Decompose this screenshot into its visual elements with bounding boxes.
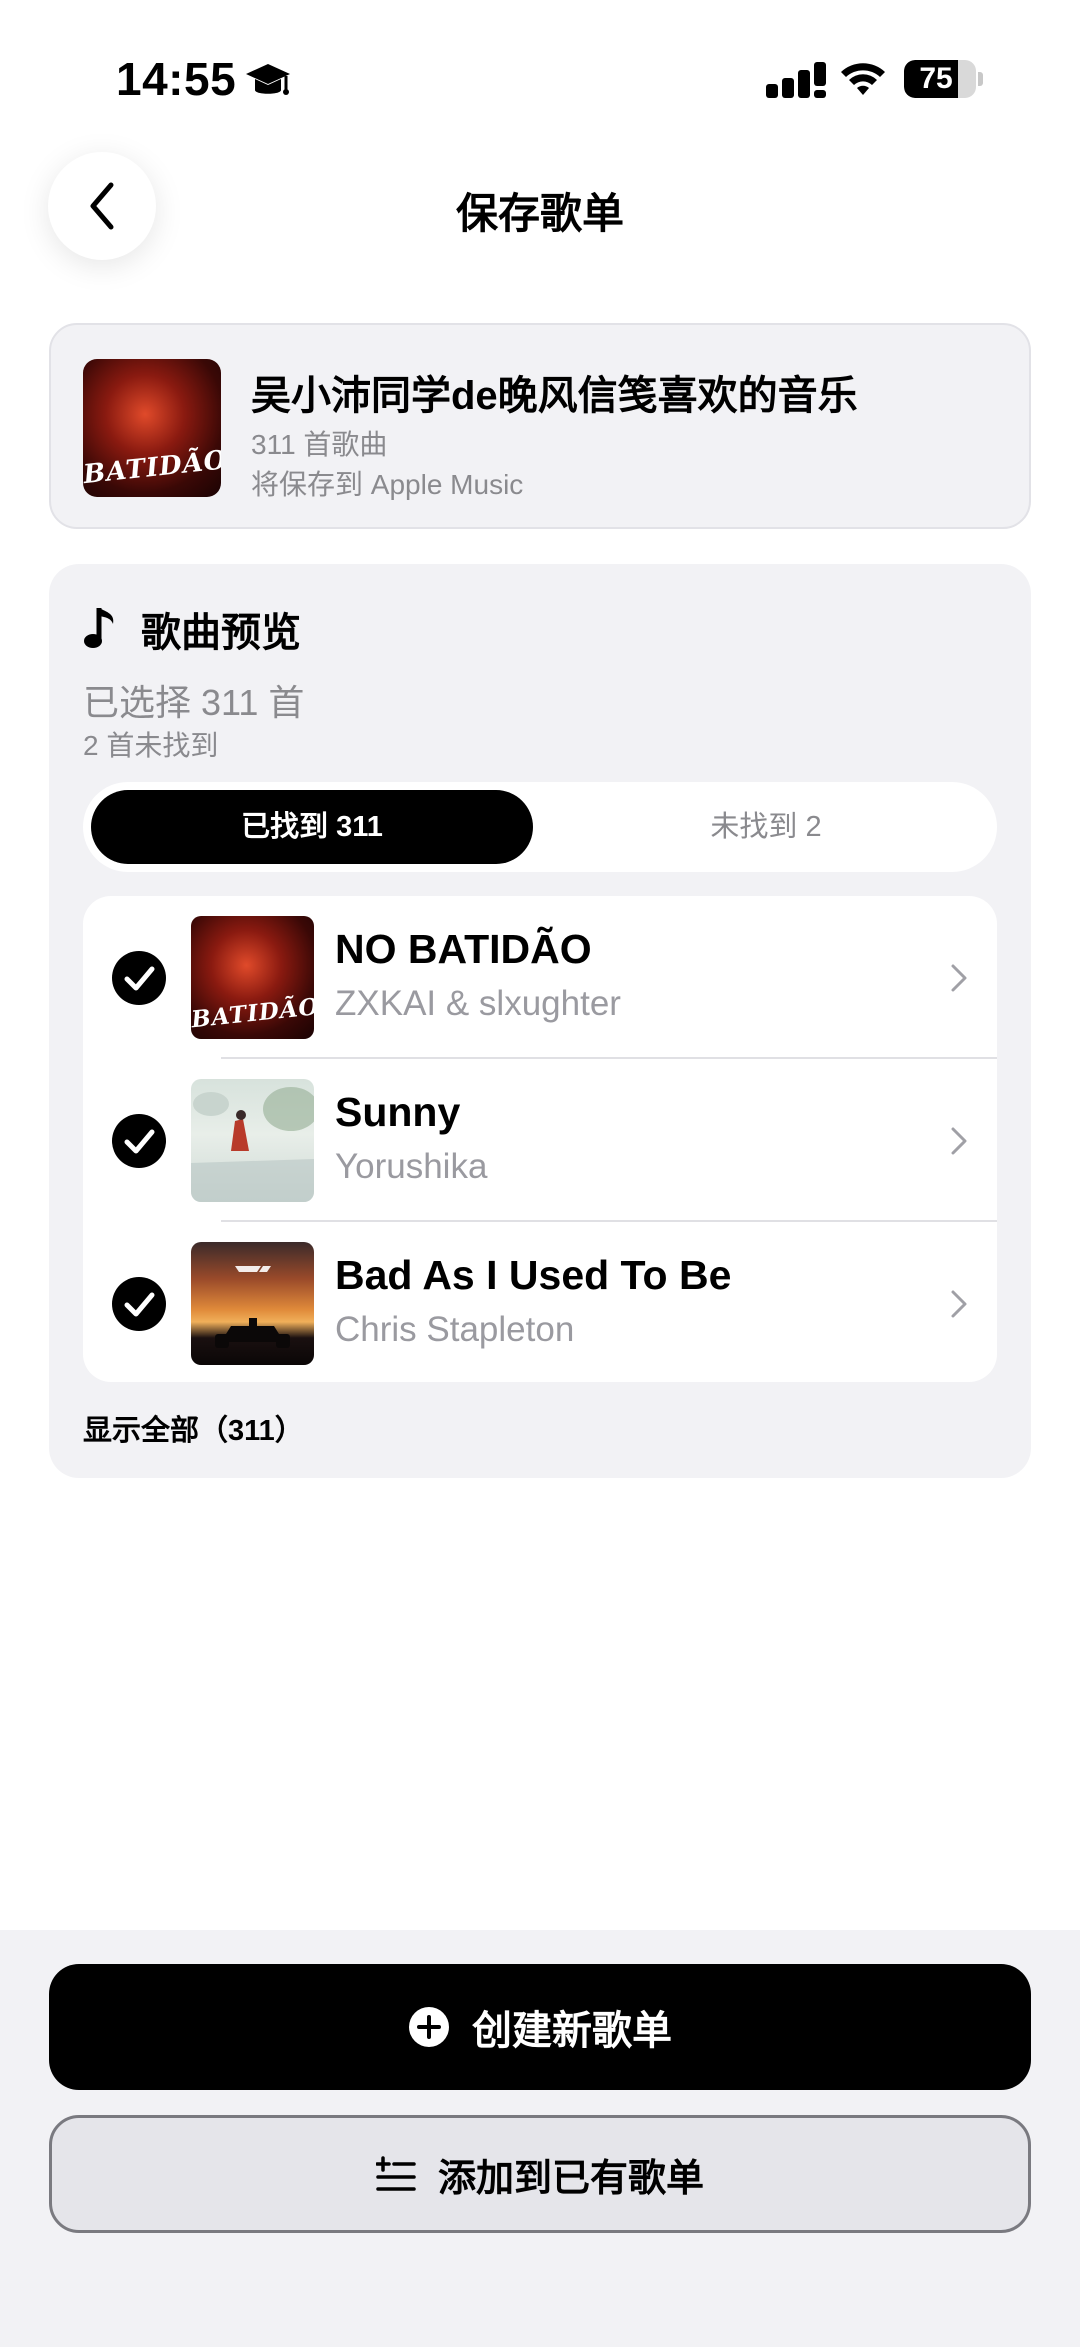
song-cover: BATIDÃO (191, 916, 314, 1039)
missing-count: 2 首未找到 (83, 730, 219, 761)
f1-artwork (215, 1266, 290, 1348)
chevron-right-icon (951, 1290, 967, 1318)
song-title: Sunny (335, 1089, 461, 1135)
chevron-right-icon (951, 1127, 967, 1155)
add-to-existing-label: 添加到已有歌单 (437, 2157, 704, 2200)
tab-found[interactable]: 已找到 311 (91, 790, 533, 864)
song-artist: ZXKAI & slxughter (335, 984, 621, 1023)
checkmark-icon[interactable] (111, 1276, 167, 1332)
preview-title: 歌曲预览 (141, 611, 301, 655)
song-row[interactable]: BATIDÃO NO BATIDÃO ZXKAI & slxughter (83, 896, 997, 1059)
sunny-artwork (191, 1087, 314, 1202)
show-all-link[interactable]: 显示全部（311） (83, 1407, 304, 1449)
battery-level: 75 (919, 62, 953, 95)
playlist-cover: BATIDÃO (83, 359, 221, 497)
checkmark-icon[interactable] (111, 950, 167, 1006)
status-bar: 14:55 75 (0, 0, 1080, 150)
song-artist: Yorushika (335, 1147, 488, 1186)
create-playlist-button[interactable]: 创建新歌单 (49, 1964, 1031, 2090)
cover-title-text: BATIDÃO (191, 992, 314, 1034)
graduation-cap-icon (246, 64, 290, 95)
create-playlist-label: 创建新歌单 (472, 2009, 672, 2053)
song-title: NO BATIDÃO (335, 926, 592, 972)
selected-count: 已选择 311 首 (83, 682, 305, 723)
found-segmented-control: 已找到 311 未找到 2 (83, 782, 997, 872)
music-note-icon (84, 608, 114, 648)
song-title: Bad As I Used To Be (335, 1252, 732, 1298)
add-to-existing-playlist-button[interactable]: 添加到已有歌单 (49, 2115, 1031, 2233)
signal-icon (766, 62, 826, 98)
checkmark-icon[interactable] (111, 1113, 167, 1169)
song-cover (191, 1079, 314, 1202)
playlist-song-count: 311 首歌曲 (251, 429, 388, 460)
song-artist: Chris Stapleton (335, 1310, 575, 1349)
cover-title-text: BATIDÃO (83, 445, 221, 491)
song-row[interactable]: Bad As I Used To Be Chris Stapleton (83, 1222, 997, 1382)
page-title: 保存歌单 (455, 190, 624, 237)
battery-icon: 75 (904, 60, 983, 98)
song-preview-card: 歌曲预览 已选择 311 首 2 首未找到 已找到 311 未找到 2 BATI… (49, 564, 1031, 1478)
song-list: BATIDÃO NO BATIDÃO ZXKAI & slxughter Sun… (83, 896, 997, 1382)
song-cover (191, 1242, 314, 1365)
playlist-card: BATIDÃO 吴小沛同学de晚风信笺喜欢的音乐 311 首歌曲 将保存到 Ap… (49, 323, 1031, 529)
status-time: 14:55 (116, 53, 237, 105)
bottom-action-area: 创建新歌单 添加到已有歌单 (0, 1930, 1080, 2347)
song-row[interactable]: Sunny Yorushika (83, 1059, 997, 1222)
add-to-list-icon (375, 2156, 416, 2191)
playlist-name: 吴小沛同学de晚风信笺喜欢的音乐 (251, 374, 858, 418)
chevron-right-icon (951, 964, 967, 992)
plus-circle-icon (409, 2007, 449, 2047)
wifi-icon (841, 63, 885, 95)
tab-not-found[interactable]: 未找到 2 (543, 790, 989, 864)
playlist-destination: 将保存到 Apple Music (251, 469, 524, 500)
